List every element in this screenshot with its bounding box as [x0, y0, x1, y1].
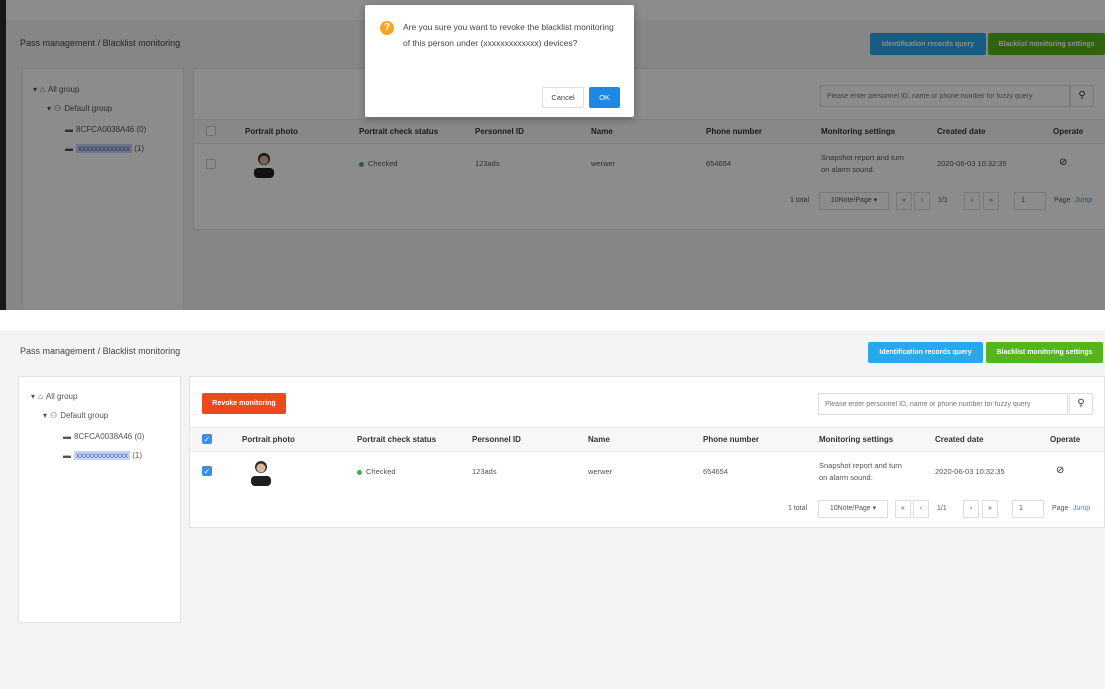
page-number-input[interactable]: 1 [1012, 500, 1044, 518]
monitor-icon: ▬ [63, 432, 71, 441]
phone-number: 654654 [703, 467, 729, 476]
search-box [818, 393, 1068, 415]
monitor-icon: ▬ [63, 451, 71, 460]
jump-link[interactable]: Jump [1073, 505, 1090, 512]
column-header: Operate [1050, 435, 1081, 444]
ok-button[interactable]: OK [589, 87, 620, 108]
breadcrumb-current: Blacklist monitoring [102, 346, 181, 356]
group-icon: ⚇ [50, 411, 58, 420]
tree-item-default-group[interactable]: ▾ ⚇ Default group [43, 411, 108, 420]
column-header: Created date [935, 435, 984, 444]
first-page-button[interactable]: « [895, 500, 911, 518]
column-header: Monitoring settings [819, 435, 894, 444]
bottom-screenshot-panel: Pass management / Blacklist monitoring I… [0, 330, 1105, 689]
page-label: Page [1052, 505, 1069, 512]
chevron-down-icon: ▾ [872, 505, 877, 512]
next-page-button[interactable]: › [963, 500, 979, 518]
created-date: 2020-06-03 10:32:35 [935, 467, 1005, 476]
status-dot-icon [357, 469, 362, 475]
monitoring-settings-line2: on alarm sound. [819, 473, 873, 482]
monitoring-settings-line1: Snapshot report and turn [819, 461, 902, 470]
table-header: ✓ Portrait photo Portrait check status P… [190, 427, 1104, 452]
tree-item-device[interactable]: ▬ xxxxxxxxxxxxx (1) [63, 451, 142, 460]
last-page-button[interactable]: » [982, 500, 998, 518]
tree-item-all-group[interactable]: ▾ ⌂ All group [31, 392, 77, 401]
page-size-select[interactable]: 10Note/Page ▾ [818, 500, 888, 518]
portrait-check-status: Checked [357, 467, 396, 476]
identification-records-query-button[interactable]: Identification records query [868, 342, 983, 363]
dialog-message: Are you sure you want to revoke the blac… [403, 22, 614, 48]
group-tree-panel: ▾ ⌂ All group ▾ ⚇ Default group ▬ 8CFCA0038A4… [18, 376, 181, 623]
blacklist-monitoring-settings-button[interactable]: Blacklist monitoring settings [986, 342, 1103, 363]
column-header: Name [588, 435, 610, 444]
caret-down-icon[interactable]: ▾ [31, 392, 35, 401]
main-content-panel: Revoke monitoring ⚲ ✓ Portrait photo Por… [189, 376, 1105, 528]
prev-page-button[interactable]: ‹ [913, 500, 929, 518]
column-header: Personnel ID [472, 435, 521, 444]
portrait-photo [246, 456, 276, 486]
top-screenshot-panel: Pass management / Blacklist monitoring I… [0, 0, 1105, 310]
hide-icon[interactable]: ⊘ [1056, 465, 1064, 476]
warning-icon: ? [380, 21, 394, 35]
search-input[interactable] [819, 394, 1067, 414]
column-header: Portrait photo [242, 435, 295, 444]
column-header: Phone number [703, 435, 760, 444]
revoke-monitoring-button[interactable]: Revoke monitoring [202, 393, 286, 414]
breadcrumb-root[interactable]: Pass management [20, 346, 95, 356]
breadcrumb: Pass management / Blacklist monitoring [20, 346, 181, 356]
confirm-dialog: ? Are you sure you want to revoke the bl… [365, 5, 634, 117]
page-info: 1/1 [937, 505, 947, 512]
personnel-id: 123ads [472, 467, 497, 476]
column-header: Portrait check status [357, 435, 437, 444]
search-icon[interactable]: ⚲ [1069, 393, 1093, 415]
person-name: werwer [588, 467, 613, 476]
tree-item-device[interactable]: ▬ 8CFCA0038A46 (0) [63, 432, 144, 441]
pagination-total: 1 total [788, 505, 808, 512]
row-checkbox[interactable]: ✓ [202, 466, 212, 476]
caret-down-icon[interactable]: ▾ [43, 411, 47, 420]
select-all-checkbox[interactable]: ✓ [202, 434, 212, 444]
cancel-button[interactable]: Cancel [542, 87, 584, 108]
home-icon: ⌂ [38, 392, 43, 401]
